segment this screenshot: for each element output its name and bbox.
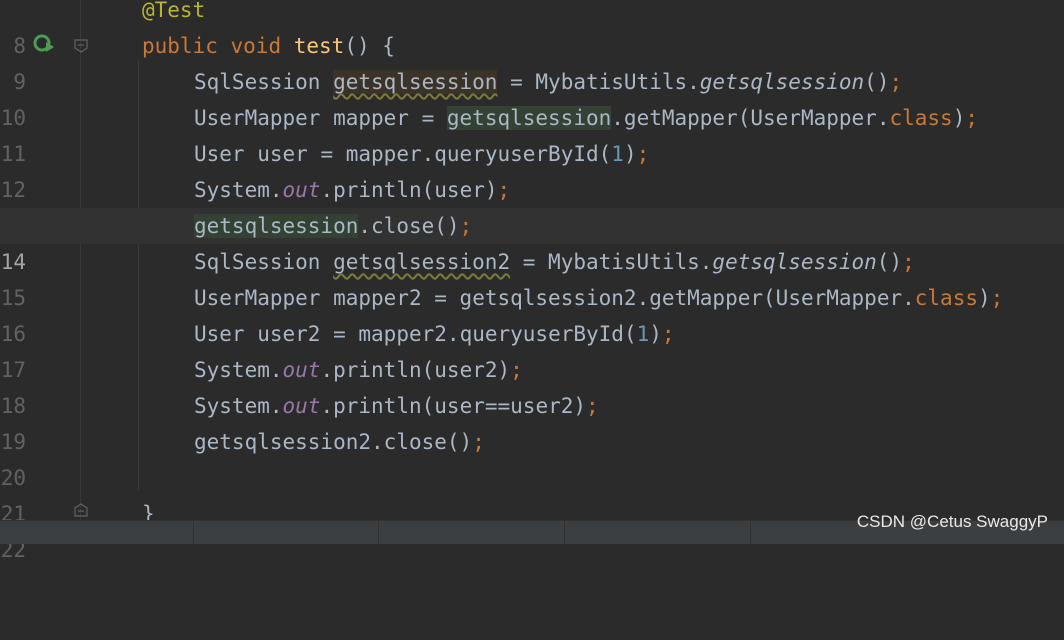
fold-end-marker-icon[interactable] bbox=[73, 502, 89, 518]
code-line-14-current[interactable]: 14 getsqlsession.close(); bbox=[0, 208, 1064, 274]
code-line-12[interactable]: 12 User user = mapper.queryuserById(1); bbox=[0, 136, 1064, 202]
code-line-21[interactable]: 21 bbox=[0, 460, 1064, 526]
variable-declaration: getsqlsession2 bbox=[333, 250, 511, 274]
code-line-17[interactable]: 17 User user2 = mapper2.queryuserById(1)… bbox=[0, 316, 1064, 382]
annotation-token: @Test bbox=[142, 0, 206, 22]
variable-reference-highlight: getsqlsession bbox=[194, 214, 359, 238]
code-line-19[interactable]: 19 System.out.println(user==user2); bbox=[0, 388, 1064, 454]
variable-declaration: getsqlsession bbox=[333, 70, 498, 94]
run-test-icon[interactable] bbox=[33, 33, 55, 55]
code-line-9[interactable]: 9 public void test() { bbox=[0, 28, 1064, 94]
code-line-16[interactable]: 16 UserMapper mapper2 = getsqlsession2.g… bbox=[0, 280, 1064, 346]
code-line-13[interactable]: 13 System.out.println(user); bbox=[0, 172, 1064, 238]
status-separator bbox=[378, 521, 379, 544]
status-separator bbox=[750, 521, 751, 544]
code-line-20[interactable]: 20 getsqlsession2.close(); bbox=[0, 424, 1064, 490]
watermark: CSDN @Cetus SwaggyP bbox=[856, 512, 1048, 531]
fold-marker-icon[interactable] bbox=[73, 38, 89, 54]
code-line-10[interactable]: 10 SqlSession getsqlsession = MybatisUti… bbox=[0, 64, 1064, 130]
code-line-18[interactable]: 18 System.out.println(user2); bbox=[0, 352, 1064, 418]
code-line-15[interactable]: 15 SqlSession getsqlsession2 = MybatisUt… bbox=[0, 244, 1064, 310]
method-name: test bbox=[293, 34, 345, 58]
code-line-11[interactable]: 11 UserMapper mapper = getsqlsession.get… bbox=[0, 100, 1064, 166]
status-separator bbox=[564, 521, 565, 544]
status-separator bbox=[193, 521, 194, 544]
code-line-8[interactable]: 8 @Test bbox=[0, 0, 1064, 58]
variable-reference-highlight: getsqlsession bbox=[446, 106, 612, 130]
